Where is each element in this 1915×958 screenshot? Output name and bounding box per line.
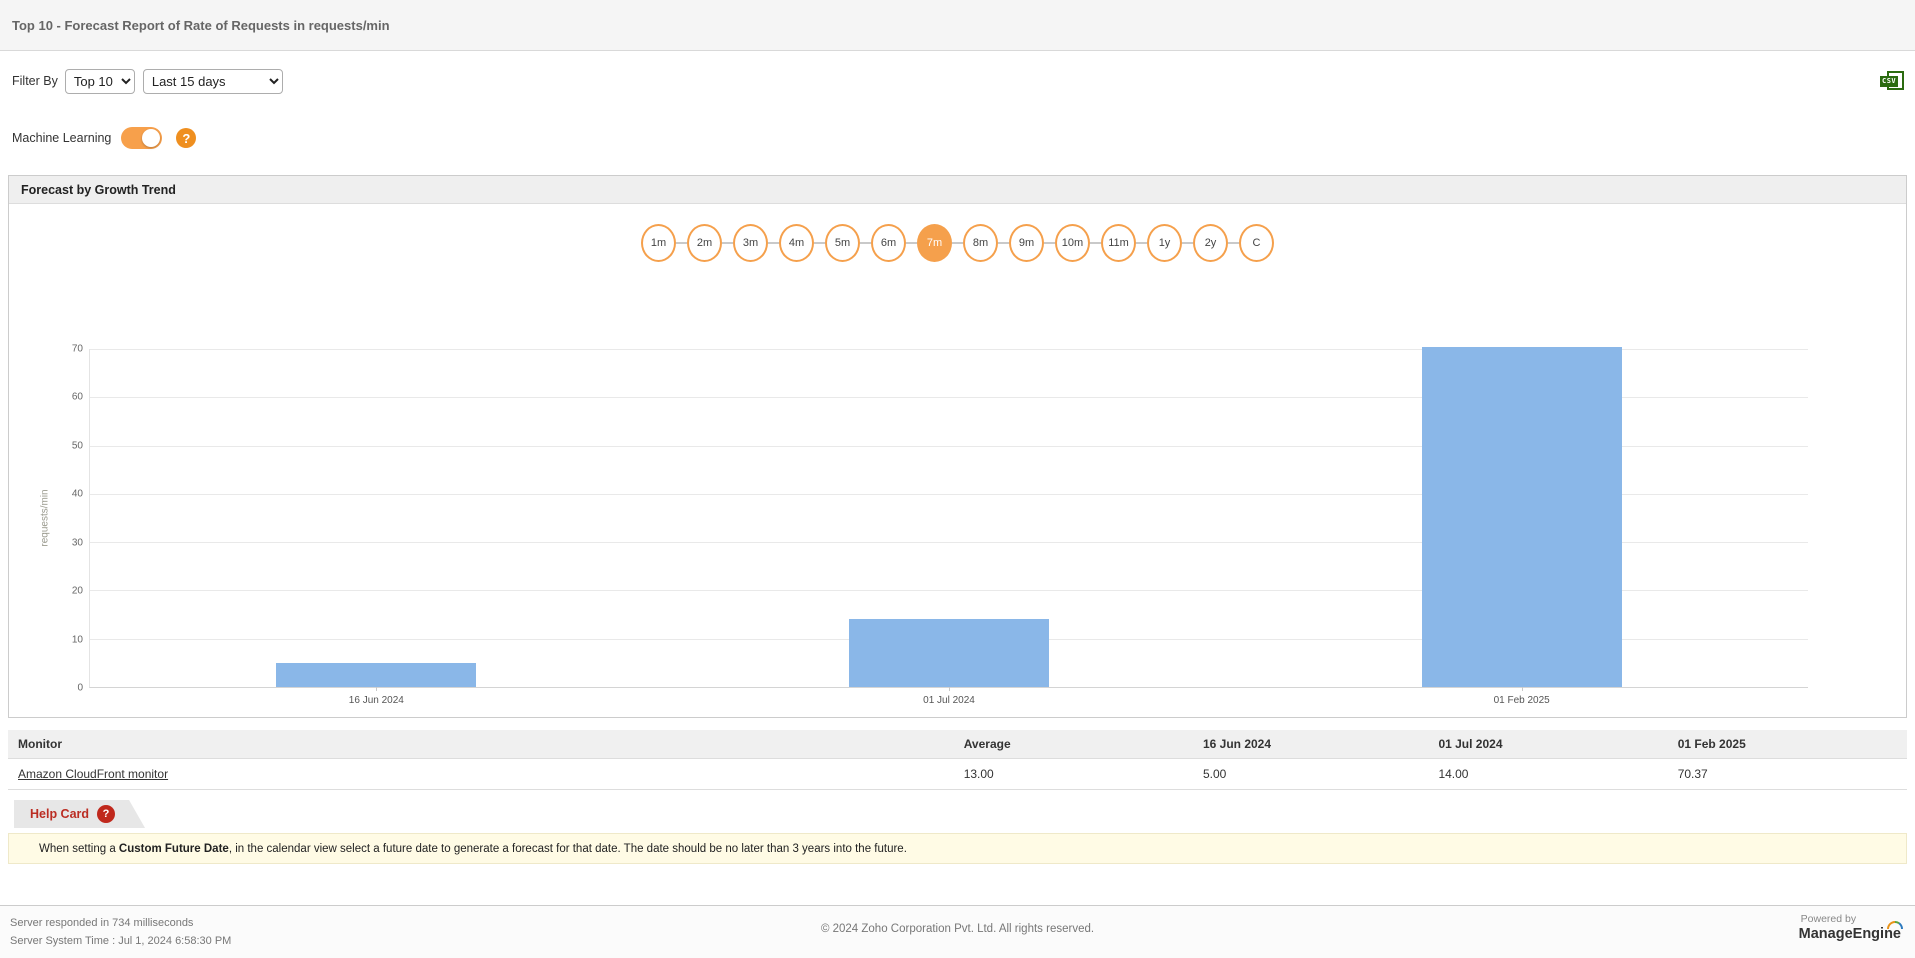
page-title: Top 10 - Forecast Report of Rate of Requ… xyxy=(12,18,390,33)
table-row: Amazon CloudFront monitor 13.00 5.00 14.… xyxy=(8,759,1907,790)
cell-date-2: 14.00 xyxy=(1428,759,1667,790)
pill-connector xyxy=(768,242,779,244)
machine-learning-label: Machine Learning xyxy=(12,131,111,145)
range-pill-9m[interactable]: 9m xyxy=(1009,224,1044,262)
server-system-time: Server System Time : Jul 1, 2024 6:58:30… xyxy=(10,932,231,950)
y-axis-labels: 010203040506070 xyxy=(9,349,83,688)
top-n-select[interactable]: Top 10 xyxy=(65,69,135,94)
pill-connector xyxy=(1136,242,1147,244)
pill-connector xyxy=(1044,242,1055,244)
csv-badge-label: CSV xyxy=(1880,76,1898,87)
range-pill-row: 1m 2m 3m 4m 5m 6m 7m 8m 9m 10m 11m 1y 2y… xyxy=(9,224,1906,262)
machine-learning-toggle[interactable] xyxy=(121,127,162,149)
x-tick xyxy=(1522,687,1523,691)
y-tick-label: 30 xyxy=(72,537,83,548)
y-tick-label: 0 xyxy=(77,683,83,694)
range-pill-1y[interactable]: 1y xyxy=(1147,224,1182,262)
pill-connector xyxy=(814,242,825,244)
range-pill-8m[interactable]: 8m xyxy=(963,224,998,262)
y-tick-label: 20 xyxy=(72,586,83,597)
chart-plot: 16 Jun 202401 Jul 202401 Feb 2025 xyxy=(89,349,1808,688)
x-tick xyxy=(376,687,377,691)
footer-copyright: © 2024 Zoho Corporation Pvt. Ltd. All ri… xyxy=(821,923,1094,935)
titlebar: Top 10 - Forecast Report of Rate of Requ… xyxy=(0,0,1915,51)
monitor-table: Monitor Average 16 Jun 2024 01 Jul 2024 … xyxy=(8,730,1907,790)
x-axis-label: 16 Jun 2024 xyxy=(349,695,404,706)
col-date-3: 01 Feb 2025 xyxy=(1668,730,1907,759)
note-prefix: When setting a xyxy=(39,843,119,855)
filter-by-label: Filter By xyxy=(12,74,58,88)
col-average: Average xyxy=(954,730,1193,759)
col-date-2: 01 Jul 2024 xyxy=(1428,730,1667,759)
brand-manage: Manage xyxy=(1799,926,1853,942)
help-card-tab: Help Card ? xyxy=(14,800,145,828)
col-monitor: Monitor xyxy=(8,730,954,759)
pill-connector xyxy=(952,242,963,244)
help-card-label: Help Card xyxy=(30,807,89,821)
range-pill-10m[interactable]: 10m xyxy=(1055,224,1090,262)
range-pill-6m[interactable]: 6m xyxy=(871,224,906,262)
machine-learning-row: Machine Learning ? xyxy=(12,125,1915,151)
page: Top 10 - Forecast Report of Rate of Requ… xyxy=(0,0,1915,958)
range-pill-5m[interactable]: 5m xyxy=(825,224,860,262)
range-pill-7m-selected[interactable]: 7m xyxy=(917,224,952,262)
range-pill-3m[interactable]: 3m xyxy=(733,224,768,262)
filter-row: Filter By Top 10 Last 15 days CSV xyxy=(12,67,1905,95)
toggle-knob xyxy=(142,129,160,147)
pill-connector xyxy=(906,242,917,244)
y-tick-label: 60 xyxy=(72,392,83,403)
help-card-question-icon[interactable]: ? xyxy=(97,805,115,823)
pill-connector xyxy=(1182,242,1193,244)
bar-01-feb-2025[interactable] xyxy=(1422,347,1622,687)
pill-connector xyxy=(1090,242,1101,244)
range-pill-1m[interactable]: 1m xyxy=(641,224,676,262)
pill-connector xyxy=(860,242,871,244)
table-header-row: Monitor Average 16 Jun 2024 01 Jul 2024 … xyxy=(8,730,1907,759)
footer: Server responded in 734 milliseconds Ser… xyxy=(0,905,1915,958)
monitor-link[interactable]: Amazon CloudFront monitor xyxy=(18,767,168,781)
manageengine-logo: ManageEngine xyxy=(1799,926,1901,942)
y-tick-label: 10 xyxy=(72,634,83,645)
y-tick-label: 70 xyxy=(72,344,83,355)
bar-01-jul-2024[interactable] xyxy=(849,619,1049,687)
pill-connector xyxy=(722,242,733,244)
bar-16-jun-2024[interactable] xyxy=(276,663,476,687)
y-tick-label: 50 xyxy=(72,440,83,451)
forecast-panel-body: 1m 2m 3m 4m 5m 6m 7m 8m 9m 10m 11m 1y 2y… xyxy=(9,224,1906,738)
x-axis-label: 01 Feb 2025 xyxy=(1494,695,1550,706)
range-pill-2y[interactable]: 2y xyxy=(1193,224,1228,262)
pill-connector xyxy=(676,242,687,244)
pill-connector xyxy=(1228,242,1239,244)
pill-connector xyxy=(998,242,1009,244)
footer-server-info: Server responded in 734 milliseconds Ser… xyxy=(10,914,231,950)
help-card-note: When setting a Custom Future Date, in th… xyxy=(8,833,1907,864)
cell-average: 13.00 xyxy=(954,759,1193,790)
range-pill-4m[interactable]: 4m xyxy=(779,224,814,262)
range-pill-custom[interactable]: C xyxy=(1239,224,1274,262)
x-tick xyxy=(949,687,950,691)
csv-export-icon[interactable]: CSV xyxy=(1883,70,1905,92)
range-pill-2m[interactable]: 2m xyxy=(687,224,722,262)
help-question-icon[interactable]: ? xyxy=(176,128,196,148)
forecast-panel-title: Forecast by Growth Trend xyxy=(21,183,176,197)
cell-date-3: 70.37 xyxy=(1668,759,1907,790)
powered-by-label: Powered by xyxy=(1801,913,1901,925)
forecast-panel: Forecast by Growth Trend 1m 2m 3m 4m 5m … xyxy=(8,175,1907,718)
server-response-time: Server responded in 734 milliseconds xyxy=(10,914,231,932)
forecast-panel-header: Forecast by Growth Trend xyxy=(9,176,1906,204)
y-tick-label: 40 xyxy=(72,489,83,500)
x-axis-label: 01 Jul 2024 xyxy=(923,695,975,706)
note-bold: Custom Future Date xyxy=(119,843,229,855)
period-select[interactable]: Last 15 days xyxy=(143,69,283,94)
range-pill-11m[interactable]: 11m xyxy=(1101,224,1136,262)
footer-brand: Powered by ManageEngine xyxy=(1799,913,1901,943)
col-date-1: 16 Jun 2024 xyxy=(1193,730,1428,759)
cell-date-1: 5.00 xyxy=(1193,759,1428,790)
note-suffix: , in the calendar view select a future d… xyxy=(229,843,907,855)
manageengine-swoosh-icon xyxy=(1887,920,1903,930)
